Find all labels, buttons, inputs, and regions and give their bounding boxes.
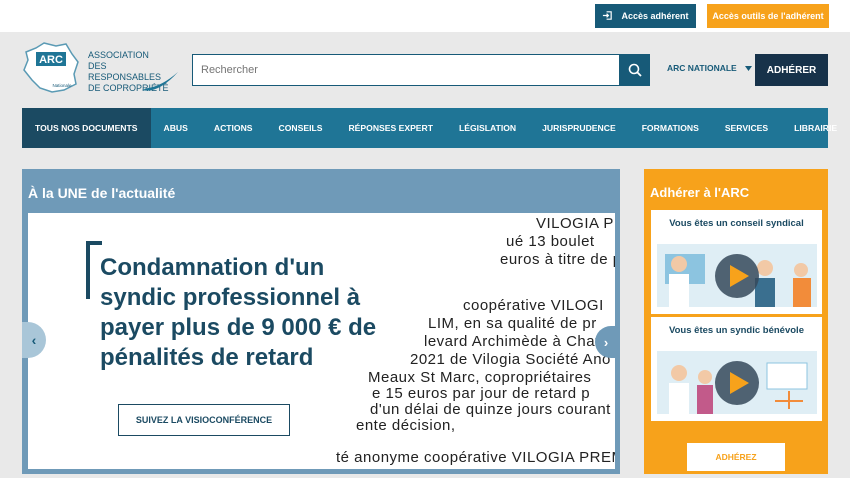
nav-item-abus[interactable]: ABUS (151, 108, 201, 148)
region-selector[interactable]: ARC NATIONALE (667, 63, 752, 73)
card-label: Vous êtes un syndic bénévole (669, 325, 804, 336)
people-illustration-icon (657, 351, 817, 414)
search-button[interactable] (620, 54, 650, 86)
headline[interactable]: Condamnation d'un syndic professionnel à… (100, 253, 400, 373)
header: ARC Nationale ASSOCIATION DES RESPONSABL… (0, 32, 850, 108)
video-thumbnail[interactable] (657, 351, 817, 414)
adherez-button[interactable]: ADHÉREZ (686, 442, 786, 472)
nav-item-services[interactable]: SERVICES (712, 108, 781, 148)
syndic-benevole-card[interactable]: Vous êtes un syndic bénévole (651, 317, 822, 421)
une-section: À la UNE de l'actualité VILOGIA PREI ué … (22, 169, 620, 474)
nav-item-conseils[interactable]: CONSEILS (266, 108, 336, 148)
adherer-sidebar: Adhérer à l'ARC Vous êtes un conseil syn… (644, 169, 828, 474)
doc-text-line: VILOGIA PREI (536, 215, 615, 232)
video-thumbnail[interactable] (657, 244, 817, 307)
adherer-button[interactable]: ADHÉRER (755, 54, 828, 86)
arc-logo[interactable]: ARC Nationale ASSOCIATION DES RESPONSABL… (22, 40, 182, 93)
doc-text-line: ente décision, (356, 417, 456, 434)
doc-text-line: ué 13 boulet (506, 233, 595, 250)
svg-text:ARC: ARC (39, 54, 63, 66)
chevron-right-icon: › (603, 334, 609, 350)
search-input[interactable] (192, 54, 620, 86)
card-label: Vous êtes un conseil syndical (669, 218, 804, 229)
doc-text-line: e 15 euros par jour de retard p (372, 385, 591, 402)
acces-outils-button[interactable]: Accès outils de l'adhérent (707, 4, 829, 28)
doc-text-line: d'un délai de quinze jours courant (370, 401, 611, 418)
doc-text-line: Meaux St Marc, copropriétaires (368, 369, 592, 386)
chevron-left-icon: ‹ (31, 332, 37, 348)
main-nav: TOUS NOS DOCUMENTS ABUS ACTIONS CONSEILS… (22, 108, 837, 148)
sidebar-title: Adhérer à l'ARC (650, 185, 750, 200)
visioconference-button[interactable]: SUIVEZ LA VISIOCONFÉRENCE (118, 404, 290, 436)
doc-text-line: té anonyme coopérative VILOGIA PREM (336, 449, 615, 466)
search-icon (628, 63, 642, 77)
doc-text-line: LIM, en sa qualité de pr (428, 315, 597, 332)
france-map-logo-icon: ARC Nationale (23, 42, 79, 93)
svg-text:Nationale: Nationale (52, 83, 72, 88)
nav-item-legislation[interactable]: LÉGISLATION (446, 108, 529, 148)
nav-item-formations[interactable]: FORMATIONS (629, 108, 712, 148)
top-bar: Accès adhérent Accès outils de l'adhéren… (0, 0, 850, 32)
une-title: À la UNE de l'actualité (28, 185, 176, 201)
logo-swoosh-icon (142, 72, 178, 91)
nav-item-librairie[interactable]: LIBRAIRIE (781, 108, 850, 148)
nav-item-tous-nos-documents[interactable]: TOUS NOS DOCUMENTS (22, 108, 151, 148)
login-icon (602, 10, 613, 23)
conseil-syndical-card[interactable]: Vous êtes un conseil syndical (651, 210, 822, 314)
doc-text-line: levard Archimède à Chat (424, 333, 600, 350)
doc-text-line: 2021 de Vilogia Société Ano (410, 351, 611, 368)
doc-text-line: euros à titre de p (500, 251, 615, 268)
region-label: ARC NATIONALE (667, 63, 737, 73)
people-illustration-icon (657, 244, 817, 307)
caret-down-icon (744, 65, 752, 71)
carousel-slide[interactable]: VILOGIA PREI ué 13 boulet euros à titre … (28, 213, 615, 469)
nav-item-reponses-expert[interactable]: RÉPONSES EXPERT (335, 108, 446, 148)
acces-adherent-button[interactable]: Accès adhérent (595, 4, 696, 28)
nav-item-jurisprudence[interactable]: JURISPRUDENCE (529, 108, 629, 148)
logo-line-1: ASSOCIATION (88, 50, 149, 60)
acces-adherent-label: Accès adhérent (621, 11, 689, 21)
nav-item-actions[interactable]: ACTIONS (201, 108, 266, 148)
doc-text-line: coopérative VILOGI (463, 297, 604, 314)
